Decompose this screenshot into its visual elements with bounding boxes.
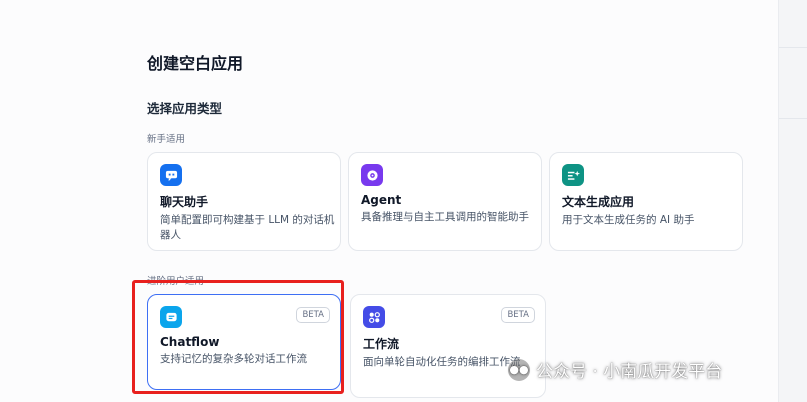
card-name: 工作流 <box>363 337 400 351</box>
text-generation-icon <box>562 164 584 186</box>
panel-divider <box>779 118 807 119</box>
beta-badge: BETA <box>501 307 535 323</box>
card-name: 聊天助手 <box>160 195 209 209</box>
card-name: Agent <box>361 193 402 207</box>
app-type-card-agent[interactable]: Agent 具备推理与自主工具调用的智能助手 <box>348 152 542 251</box>
app-type-card-chat-assistant[interactable]: 聊天助手 简单配置即可构建基于 LLM 的对话机器人 <box>147 152 341 251</box>
agent-icon <box>361 164 383 186</box>
app-type-card-text-generation[interactable]: 文本生成应用 用于文本生成任务的 AI 助手 <box>549 152 743 251</box>
panel-divider <box>779 47 807 48</box>
wechat-icon: ●● <box>508 358 530 381</box>
workflow-icon <box>363 306 385 328</box>
group-label-beginner: 新手适用 <box>147 134 186 145</box>
watermark-text: 公众号 · 小南瓜开发平台 <box>536 362 723 382</box>
section-title: 选择应用类型 <box>147 101 223 116</box>
card-description: 用于文本生成任务的 AI 助手 <box>562 214 695 226</box>
page-title: 创建空白应用 <box>147 54 244 73</box>
card-description: 具备推理与自主工具调用的智能助手 <box>361 211 529 223</box>
chat-assistant-icon <box>160 164 182 186</box>
app-type-card-workflow[interactable]: BETA 工作流 面向单轮自动化任务的编排工作流 <box>350 294 546 398</box>
red-highlight-box <box>132 280 344 394</box>
right-side-panel <box>778 0 807 402</box>
card-description: 简单配置即可构建基于 LLM 的对话机器人 <box>160 214 335 241</box>
card-name: 文本生成应用 <box>562 195 635 209</box>
watermark: ●● 公众号 · 小南瓜开发平台 <box>508 357 722 382</box>
